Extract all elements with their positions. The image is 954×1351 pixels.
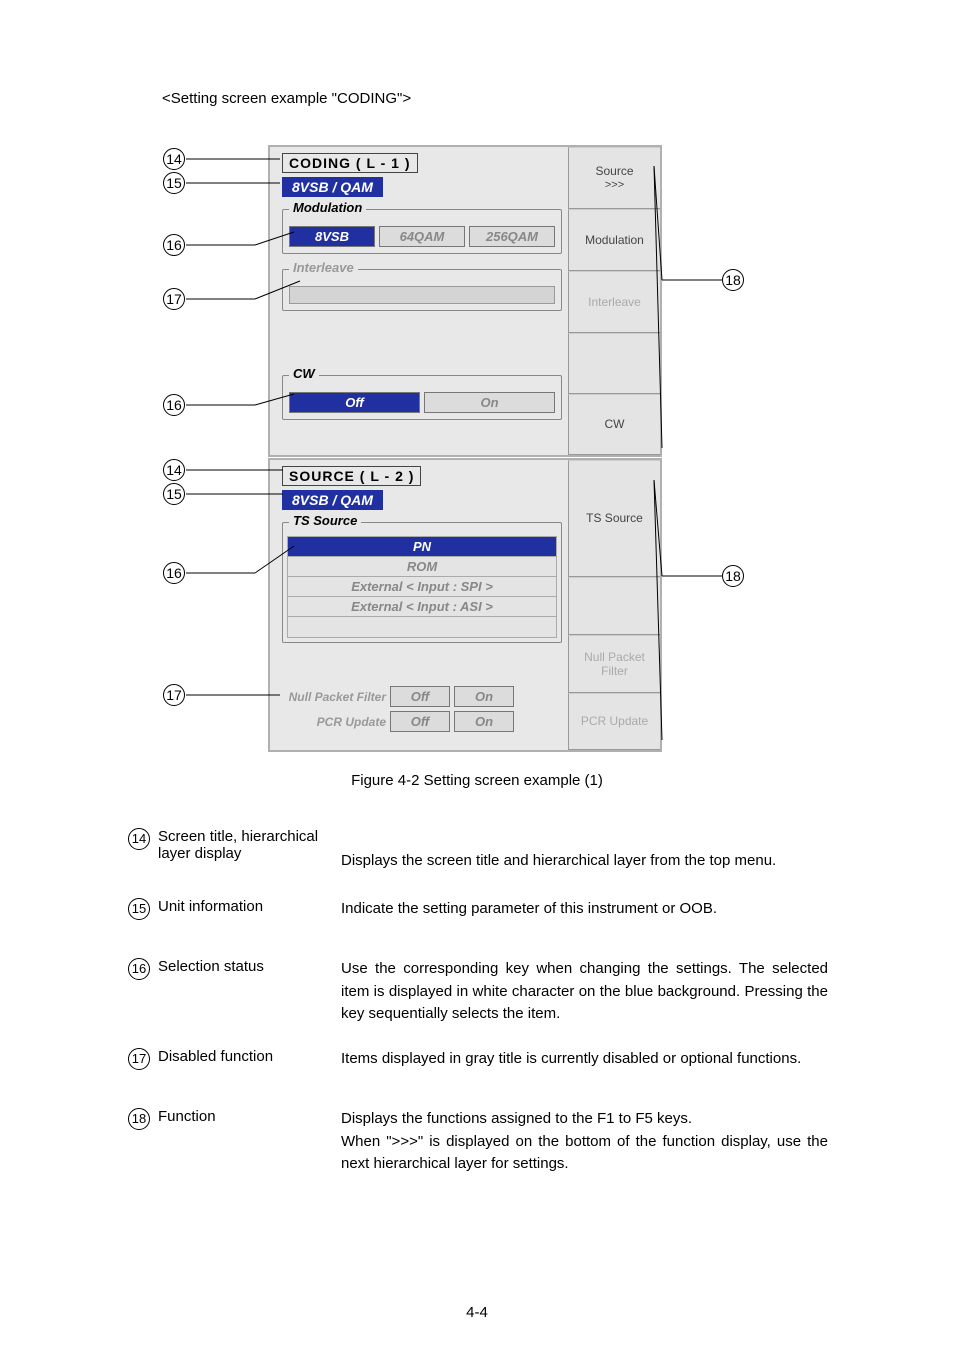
desc-14-body: Displays the screen title and hierarchic… — [341, 850, 828, 873]
ts-item-extra — [287, 616, 557, 638]
callout-14a: 14 — [163, 148, 185, 170]
npf-on[interactable]: On — [454, 686, 514, 707]
desc-16-num: 16 — [128, 958, 150, 980]
ts-item-asi[interactable]: External < Input : ASI > — [287, 596, 557, 617]
fn-source[interactable]: Source >>> — [568, 147, 660, 209]
desc-17-body: Items displayed in gray title is current… — [341, 1048, 828, 1071]
callout-16c: 16 — [163, 562, 185, 584]
fn-npf-l2: Filter — [569, 664, 660, 678]
fn-interleave[interactable]: Interleave — [568, 271, 660, 333]
cw-opt-off[interactable]: Off — [289, 392, 420, 413]
modulation-opt-64qam[interactable]: 64QAM — [379, 226, 465, 247]
modulation-group: Modulation 8VSB 64QAM 256QAM — [282, 209, 562, 254]
modulation-opt-8vsb[interactable]: 8VSB — [289, 226, 375, 247]
callout-15b: 15 — [163, 483, 185, 505]
fn-npf-l1: Null Packet — [569, 650, 660, 664]
page-number: 4-4 — [0, 1304, 954, 1321]
desc-16-term: Selection status — [158, 958, 333, 1026]
callout-14b: 14 — [163, 459, 185, 481]
source-fn-col: TS Source Null Packet Filter PCR Update — [568, 460, 660, 750]
fn-source-label: Source — [569, 164, 660, 178]
npf-row: Null Packet Filter Off On — [270, 684, 566, 709]
desc-15: 15 Unit information Indicate the setting… — [128, 898, 828, 921]
desc-14: 14 Screen title, hierarchical layer disp… — [128, 828, 828, 873]
pcr-label: PCR Update — [276, 715, 386, 729]
callout-15a: 15 — [163, 172, 185, 194]
desc-15-num: 15 — [128, 898, 150, 920]
interleave-bar — [289, 286, 555, 304]
npf-off[interactable]: Off — [390, 686, 450, 707]
desc-18: 18 Function Displays the functions assig… — [128, 1108, 828, 1176]
desc-18-body2: When ">>>" is displayed on the bottom of… — [341, 1131, 828, 1176]
fn-pcr[interactable]: PCR Update — [568, 693, 660, 750]
ts-item-rom[interactable]: ROM — [287, 556, 557, 577]
ts-item-pn[interactable]: PN — [287, 536, 557, 557]
npf-label: Null Packet Filter — [276, 690, 386, 704]
callout-17a: 17 — [163, 288, 185, 310]
fn-blank2 — [568, 577, 660, 635]
desc-15-term: Unit information — [158, 898, 333, 921]
desc-14-term2: layer display — [158, 845, 333, 862]
pcr-off[interactable]: Off — [390, 711, 450, 732]
fn-ts-source[interactable]: TS Source — [568, 460, 660, 577]
cw-opt-on[interactable]: On — [424, 392, 555, 413]
callout-18b: 18 — [722, 565, 744, 587]
desc-14-term1: Screen title, hierarchical — [158, 828, 333, 845]
fn-npf[interactable]: Null Packet Filter — [568, 635, 660, 693]
caption-top: <Setting screen example "CODING"> — [162, 90, 411, 107]
callout-16b: 16 — [163, 394, 185, 416]
desc-18-term: Function — [158, 1108, 333, 1176]
coding-title: CODING ( L - 1 ) — [282, 153, 418, 173]
fn-source-sub: >>> — [569, 179, 660, 192]
cw-label: CW — [289, 366, 319, 381]
coding-fn-col: Source >>> Modulation Interleave CW — [568, 147, 660, 455]
ts-source-label: TS Source — [289, 513, 361, 528]
desc-16: 16 Selection status Use the correspondin… — [128, 958, 828, 1026]
interleave-group: Interleave — [282, 269, 562, 311]
fn-blank — [568, 333, 660, 394]
desc-16-body: Use the corresponding key when changing … — [341, 958, 828, 1026]
fn-modulation[interactable]: Modulation — [568, 209, 660, 271]
callout-17b: 17 — [163, 684, 185, 706]
modulation-label: Modulation — [289, 200, 366, 215]
pcr-row: PCR Update Off On — [270, 709, 566, 734]
desc-17: 17 Disabled function Items displayed in … — [128, 1048, 828, 1071]
callout-18a: 18 — [722, 269, 744, 291]
modulation-opt-256qam[interactable]: 256QAM — [469, 226, 555, 247]
source-unit: 8VSB / QAM — [282, 490, 383, 510]
figure-caption: Figure 4-2 Setting screen example (1) — [0, 772, 954, 789]
desc-18-body1: Displays the functions assigned to the F… — [341, 1108, 828, 1131]
desc-18-num: 18 — [128, 1108, 150, 1130]
coding-unit: 8VSB / QAM — [282, 177, 383, 197]
ts-item-spi[interactable]: External < Input : SPI > — [287, 576, 557, 597]
pcr-on[interactable]: On — [454, 711, 514, 732]
desc-17-num: 17 — [128, 1048, 150, 1070]
coding-panel: CODING ( L - 1 ) 8VSB / QAM Modulation 8… — [268, 145, 662, 457]
desc-15-body: Indicate the setting parameter of this i… — [341, 898, 828, 921]
source-title: SOURCE ( L - 2 ) — [282, 466, 421, 486]
ts-source-group: TS Source PN ROM External < Input : SPI … — [282, 522, 562, 643]
fn-cw[interactable]: CW — [568, 394, 660, 455]
source-panel: SOURCE ( L - 2 ) 8VSB / QAM TS Source PN… — [268, 458, 662, 752]
cw-group: CW Off On — [282, 375, 562, 420]
callout-16a: 16 — [163, 234, 185, 256]
interleave-label: Interleave — [289, 260, 358, 275]
desc-17-term: Disabled function — [158, 1048, 333, 1071]
desc-14-num: 14 — [128, 828, 150, 850]
